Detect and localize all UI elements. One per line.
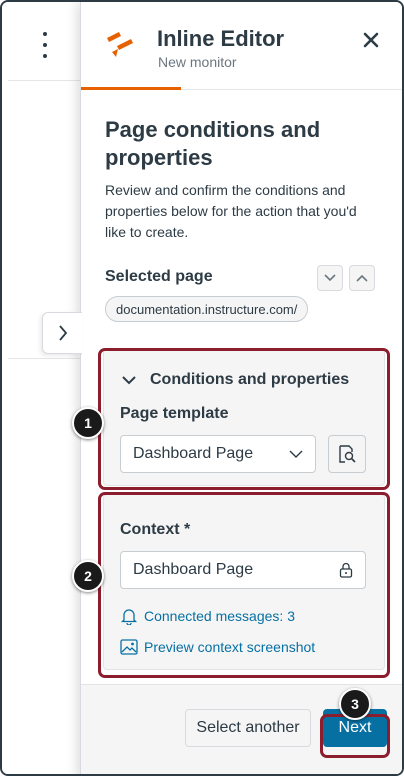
- inline-editor-panel: Inline Editor New monitor Page condition…: [80, 2, 402, 774]
- chevron-down-icon: [122, 375, 136, 384]
- context-label: Context *: [120, 521, 191, 538]
- panel-title: Inline Editor: [157, 26, 285, 51]
- pendo-logo-icon: [107, 32, 133, 57]
- divider: [8, 80, 82, 81]
- conditions-toggle[interactable]: Conditions and properties: [122, 371, 349, 389]
- chevron-right-icon: [58, 325, 67, 341]
- connected-messages-link[interactable]: Connected messages: 3: [120, 607, 295, 625]
- lock-icon: [339, 562, 353, 578]
- selected-page-url: documentation.instructure.com/: [105, 296, 309, 322]
- select-another-button[interactable]: Select another: [185, 709, 311, 747]
- panel-subtitle: New monitor: [158, 54, 237, 70]
- page-template-value: Dashboard Page: [133, 445, 254, 462]
- chevron-up-icon: [356, 274, 368, 282]
- chevron-down-icon: [289, 450, 303, 458]
- preview-screenshot-text: Preview context screenshot: [144, 639, 316, 655]
- page-search-icon: [339, 445, 356, 463]
- image-icon: [120, 639, 138, 655]
- previous-page-button[interactable]: [317, 265, 343, 291]
- page-description: Review and confirm the conditions and pr…: [105, 182, 357, 240]
- preview-screenshot-link[interactable]: Preview context screenshot: [120, 639, 315, 655]
- context-value: Dashboard Page: [133, 561, 254, 578]
- page-title: Page conditions and properties: [105, 117, 321, 170]
- connected-messages-text: Connected messages: 3: [144, 608, 295, 624]
- step-badge: 2: [72, 560, 104, 592]
- panel-header: Inline Editor New monitor: [81, 2, 402, 90]
- app-frame: Inline Editor New monitor Page condition…: [0, 0, 404, 776]
- expand-panel-button[interactable]: [42, 312, 82, 354]
- preview-template-button[interactable]: [328, 435, 366, 473]
- page-nav-arrows: [317, 265, 375, 291]
- close-icon: [363, 32, 379, 48]
- context-field: Dashboard Page: [120, 551, 366, 589]
- background-page: [2, 2, 82, 774]
- step-badge: 1: [72, 407, 104, 439]
- more-options-icon[interactable]: [38, 32, 52, 58]
- page-template-select[interactable]: Dashboard Page: [120, 435, 316, 473]
- chevron-down-icon: [324, 274, 336, 282]
- close-button[interactable]: [359, 28, 383, 52]
- conditions-card: Conditions and properties Page template …: [103, 348, 385, 486]
- panel-content: Page conditions and properties Review an…: [81, 90, 402, 684]
- page-template-label: Page template: [120, 405, 229, 422]
- conditions-section-label: Conditions and properties: [150, 371, 350, 388]
- step-badge: 3: [339, 688, 371, 720]
- context-card: Context * Dashboard Page Connected messa…: [103, 494, 385, 670]
- divider: [8, 358, 82, 359]
- selected-page-label: Selected page: [105, 268, 213, 285]
- next-page-button[interactable]: [349, 265, 375, 291]
- bell-icon: [120, 609, 138, 625]
